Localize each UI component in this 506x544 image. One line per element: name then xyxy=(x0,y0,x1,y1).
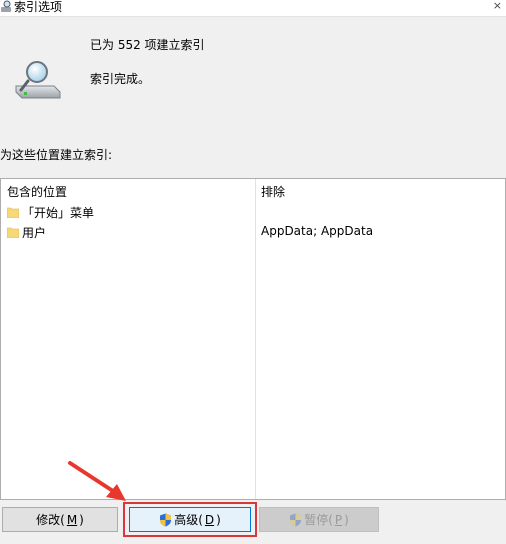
advanced-button-label: 高级( xyxy=(174,513,203,527)
modify-button-suffix: ) xyxy=(79,512,84,527)
annotation-arrow-icon xyxy=(68,461,126,501)
table-row[interactable]: 「开始」菜单 xyxy=(1,203,501,221)
close-icon[interactable]: × xyxy=(493,0,502,12)
title-bar: 索引选项 × xyxy=(0,0,506,17)
modify-button[interactable]: 修改(M) xyxy=(2,507,118,532)
included-location: 用户 xyxy=(22,226,47,240)
pause-button-accesskey: P xyxy=(334,512,343,527)
indexed-count-text: 已为 552 项建立索引 xyxy=(90,38,205,52)
folder-icon xyxy=(7,207,19,218)
indexing-status-text: 索引完成。 xyxy=(90,72,151,86)
pause-button-suffix: ) xyxy=(344,512,349,527)
pause-button[interactable]: 暂停(P) xyxy=(259,507,379,532)
included-location: 「开始」菜单 xyxy=(22,206,95,220)
window-title: 索引选项 xyxy=(14,0,63,14)
modify-button-accesskey: M xyxy=(66,512,78,527)
indexing-options-icon xyxy=(1,0,11,12)
advanced-button[interactable]: 高级(D) xyxy=(129,507,251,532)
advanced-button-highlight: 高级(D) xyxy=(123,502,257,537)
advanced-button-suffix: ) xyxy=(216,512,221,527)
uac-shield-icon xyxy=(290,513,302,526)
column-header-excluded[interactable]: 排除 xyxy=(261,183,285,200)
locations-section-label: 为这些位置建立索引: xyxy=(0,148,113,162)
advanced-button-accesskey: D xyxy=(204,512,215,527)
modify-button-label: 修改( xyxy=(36,513,65,527)
pause-button-label: 暂停( xyxy=(304,513,333,527)
locations-table[interactable]: 包含的位置 排除 「开始」菜单 用户 AppData; AppData xyxy=(0,178,506,500)
indexing-drive-icon xyxy=(15,61,61,99)
table-row[interactable]: 用户 AppData; AppData xyxy=(1,223,501,241)
column-header-included[interactable]: 包含的位置 xyxy=(7,183,67,200)
uac-shield-icon xyxy=(160,513,172,526)
folder-icon xyxy=(7,227,19,238)
excluded-location: AppData; AppData xyxy=(261,224,374,238)
